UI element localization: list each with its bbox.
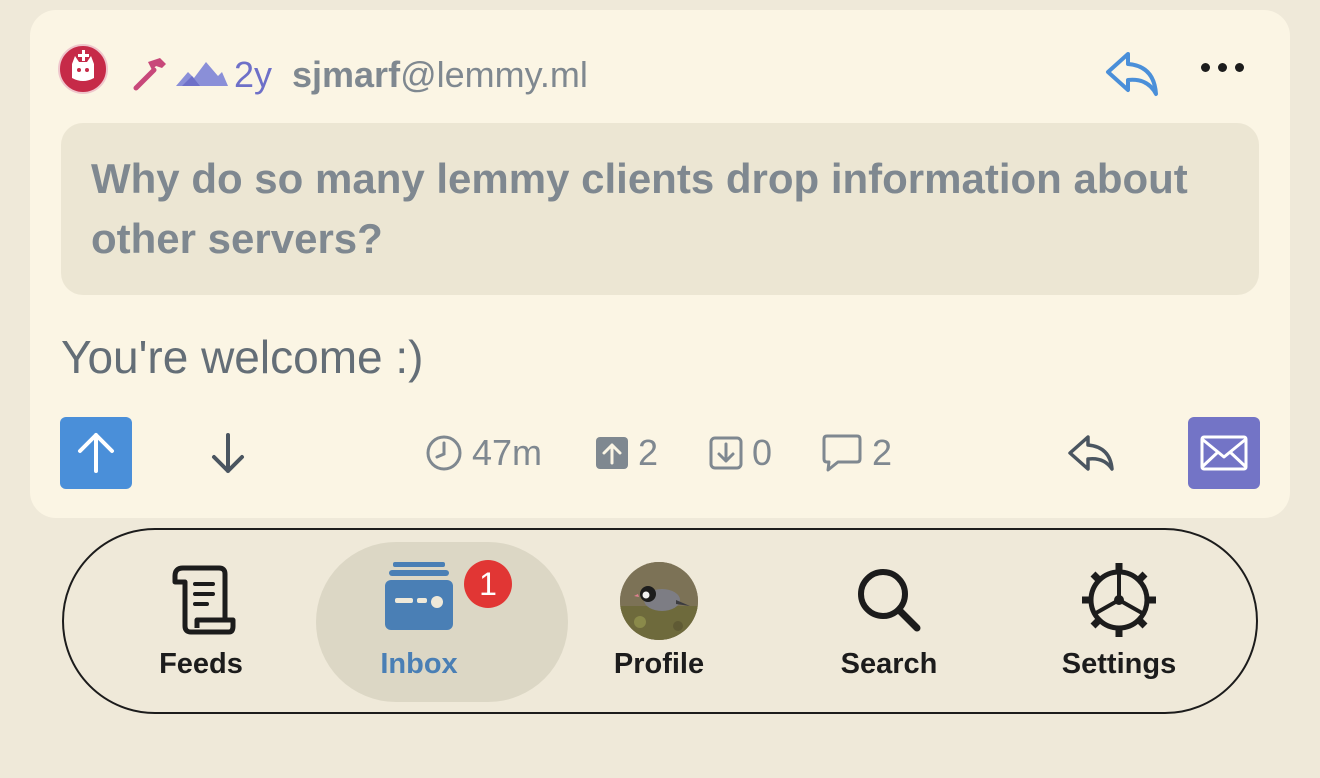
comment-bubble-icon	[822, 434, 862, 472]
downvote-button[interactable]	[200, 425, 256, 481]
inbox-icon	[385, 562, 453, 630]
cat-avatar-icon	[72, 50, 94, 81]
tab-search[interactable]: Search	[774, 530, 1004, 712]
ellipsis-icon	[1201, 63, 1210, 72]
upvote-count-icon	[596, 437, 628, 469]
profile-avatar	[620, 562, 698, 640]
tab-inbox-label: Inbox	[380, 648, 458, 680]
tab-bar: Feeds 1 Inbox Profile Search Settings	[62, 528, 1258, 714]
tab-settings[interactable]: Settings	[1004, 530, 1234, 712]
envelope-icon	[1200, 435, 1248, 471]
mountains-icon	[176, 62, 228, 86]
time-value: 47m	[472, 432, 543, 473]
downvote-count-stat: 0	[708, 431, 772, 475]
arrow-down-icon	[212, 433, 244, 473]
comment-count-stat: 2	[820, 431, 892, 475]
more-options-button[interactable]	[1194, 48, 1250, 88]
scroll-icon	[172, 565, 236, 635]
author-avatar[interactable]	[58, 44, 108, 94]
author-handle[interactable]: sjmarf@lemmy.ml	[292, 54, 588, 96]
quoted-text: Why do so many lemmy clients drop inform…	[91, 155, 1188, 262]
gear-icon	[1082, 563, 1156, 637]
tab-feeds-label: Feeds	[159, 648, 243, 680]
tab-profile-label: Profile	[613, 648, 705, 680]
mark-read-button[interactable]	[1188, 417, 1260, 489]
inbox-unread-badge: 1	[464, 560, 512, 608]
comment-count: 2	[872, 432, 893, 473]
reply-arrow-icon[interactable]	[1102, 48, 1162, 100]
author-username[interactable]: sjmarf	[292, 54, 400, 95]
reply-body: You're welcome :)	[61, 331, 424, 383]
hammer-icon	[133, 58, 166, 91]
post-age: 2y	[234, 54, 273, 95]
tab-profile[interactable]: Profile	[544, 530, 774, 712]
tab-inbox[interactable]: 1 Inbox	[304, 530, 568, 712]
avatar-photo	[620, 562, 698, 640]
reply-button[interactable]	[1066, 431, 1118, 475]
tab-settings-label: Settings	[1061, 648, 1177, 680]
downvote-count: 0	[752, 432, 773, 473]
downvote-count-icon	[709, 436, 743, 470]
upvote-count: 2	[638, 432, 659, 473]
clock-icon	[426, 435, 462, 471]
tab-feeds[interactable]: Feeds	[86, 530, 316, 712]
author-instance[interactable]: @lemmy.ml	[400, 54, 588, 95]
tab-search-label: Search	[840, 648, 938, 680]
upvote-button[interactable]	[60, 417, 132, 489]
post-time-stat: 47m	[424, 431, 542, 475]
arrow-up-icon	[78, 433, 114, 473]
upvote-count-stat: 2	[594, 431, 658, 475]
action-bar: 47m 2 0 2	[30, 415, 1290, 495]
quoted-parent-comment[interactable]: Why do so many lemmy clients drop inform…	[61, 123, 1259, 295]
inbox-reply-card[interactable]: 2y sjmarf@lemmy.ml Why do so many lemmy …	[30, 10, 1290, 518]
search-icon	[858, 569, 921, 632]
